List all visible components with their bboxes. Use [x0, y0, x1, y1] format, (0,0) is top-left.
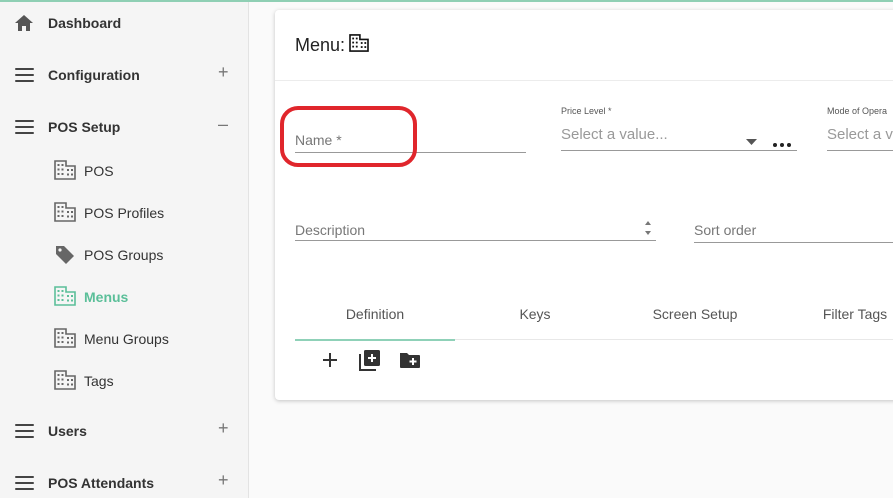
sidebar-item-label: POS Profiles — [84, 205, 165, 221]
nav-pos-attendants-label: POS Attendants — [48, 475, 155, 491]
menu-icon — [13, 116, 35, 138]
nav-pos-setup-label: POS Setup — [48, 119, 121, 135]
nav-dashboard-label: Dashboard — [48, 15, 122, 31]
add-folder-icon[interactable] — [398, 348, 422, 372]
add-box-icon[interactable] — [358, 348, 382, 372]
menu-icon — [13, 64, 35, 86]
sidebar-item-label: POS — [84, 163, 114, 179]
mode-select[interactable]: Mode of Opera Select a v — [827, 106, 893, 152]
name-placeholder: Name * — [295, 132, 342, 148]
mode-label: Mode of Opera — [827, 106, 888, 116]
page-title-text: Menu: — [295, 35, 346, 55]
menu-form-card: Menu: Name * Price Level * Select a valu… — [275, 10, 893, 400]
building-icon — [54, 286, 76, 308]
menu-icon — [13, 472, 35, 494]
price-level-placeholder: Select a value... — [561, 126, 668, 143]
nav-users[interactable]: Users + — [0, 410, 249, 454]
name-field[interactable]: Name * — [295, 128, 526, 154]
dropdown-arrow-icon[interactable] — [746, 132, 757, 150]
building-icon — [54, 202, 76, 224]
tag-icon — [54, 244, 76, 266]
sort-order-placeholder: Sort order — [694, 222, 757, 238]
sidebar-item-label: POS Groups — [84, 247, 164, 263]
building-icon — [349, 34, 369, 57]
home-icon — [13, 12, 35, 34]
price-level-select[interactable]: Price Level * Select a value... — [561, 106, 797, 152]
page-title: Menu: — [295, 34, 369, 57]
expand-icon[interactable]: + — [218, 419, 229, 437]
more-options-icon[interactable] — [773, 134, 791, 147]
sort-order-field[interactable]: Sort order — [694, 218, 893, 243]
description-placeholder: Description — [295, 222, 366, 238]
collapse-icon[interactable]: – — [218, 115, 228, 133]
nav-pos-setup[interactable]: POS Setup – — [0, 106, 249, 150]
expand-icon[interactable]: + — [218, 471, 229, 489]
nav-dashboard[interactable]: Dashboard — [0, 2, 249, 46]
description-field[interactable]: Description — [295, 218, 656, 242]
add-icon[interactable] — [318, 348, 342, 372]
menu-icon — [13, 420, 35, 442]
sidebar-item-label: Tags — [84, 373, 114, 389]
mode-placeholder: Select a v — [827, 126, 893, 143]
nav-users-label: Users — [48, 423, 87, 439]
sidebar-item-pos-groups[interactable]: POS Groups — [48, 237, 248, 273]
sidebar-item-label: Menu Groups — [84, 331, 169, 347]
tab-screen-setup[interactable]: Screen Setup — [615, 300, 775, 340]
tab-definition[interactable]: Definition — [295, 300, 455, 341]
sidebar-item-pos[interactable]: POS — [48, 153, 248, 189]
sidebar-item-tags[interactable]: Tags — [48, 363, 248, 399]
tab-bar: Definition Keys Screen Setup Filter Tags — [295, 300, 893, 341]
sidebar: Dashboard Configuration + POS Setup – PO… — [0, 2, 249, 498]
nav-pos-attendants[interactable]: POS Attendants + — [0, 462, 249, 498]
tab-filter-tags[interactable]: Filter Tags — [775, 300, 893, 340]
sidebar-item-label: Menus — [84, 289, 129, 305]
title-divider — [275, 80, 893, 81]
expand-icon[interactable]: + — [218, 63, 229, 81]
building-icon — [54, 160, 76, 182]
sidebar-item-menus[interactable]: Menus — [48, 279, 248, 315]
building-icon — [54, 370, 76, 392]
sidebar-item-menu-groups[interactable]: Menu Groups — [48, 321, 248, 357]
resize-arrows-icon[interactable] — [644, 220, 652, 241]
nav-configuration[interactable]: Configuration + — [0, 54, 249, 98]
tab-keys[interactable]: Keys — [455, 300, 615, 340]
building-icon — [54, 328, 76, 350]
nav-configuration-label: Configuration — [48, 67, 140, 83]
sidebar-item-pos-profiles[interactable]: POS Profiles — [48, 195, 248, 231]
price-level-label: Price Level * — [561, 106, 612, 116]
